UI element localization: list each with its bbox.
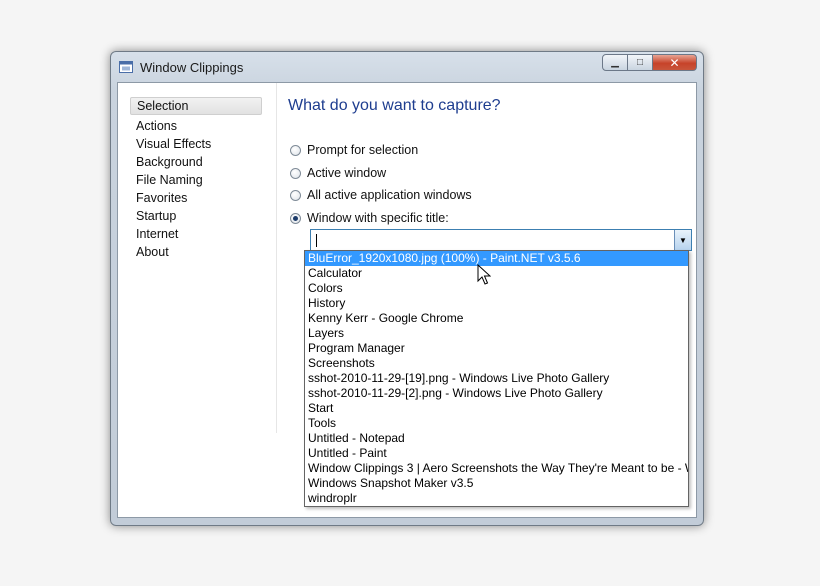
list-item[interactable]: Layers <box>305 326 688 341</box>
option-label: Active window <box>307 166 387 180</box>
list-item[interactable]: Start <box>305 401 688 416</box>
window-title-combobox[interactable]: ▼ <box>310 229 692 251</box>
radio-button[interactable] <box>290 167 301 179</box>
combo-dropdown-button[interactable]: ▼ <box>674 230 691 250</box>
minimize-button[interactable]: ▁ <box>602 54 628 71</box>
title-bar[interactable]: Window Clippings ▁ □ ✕ <box>111 52 703 82</box>
sidebar-item-file-naming[interactable]: File Naming <box>130 171 262 189</box>
list-item[interactable]: Colors <box>305 281 688 296</box>
app-icon <box>119 61 133 73</box>
window-title: Window Clippings <box>140 60 244 75</box>
list-item[interactable]: sshot-2010-11-29-[2].png - Windows Live … <box>305 386 688 401</box>
radio-button[interactable] <box>290 189 301 201</box>
mouse-cursor-icon <box>477 264 491 285</box>
option-active-window[interactable]: Active window <box>290 164 386 182</box>
list-item[interactable]: Untitled - Notepad <box>305 431 688 446</box>
sidebar-nav: Selection Actions Visual Effects Background… <box>130 97 262 261</box>
option-label: All active application windows <box>307 188 472 202</box>
option-all-active-windows[interactable]: All active application windows <box>290 186 472 204</box>
list-item[interactable]: Screenshots <box>305 356 688 371</box>
list-item[interactable]: BluError_1920x1080.jpg (100%) - Paint.NE… <box>305 251 688 266</box>
list-item[interactable]: Window Clippings 3 | Aero Screenshots th… <box>305 461 688 476</box>
sidebar-divider <box>276 83 277 433</box>
chevron-down-icon: ▼ <box>679 235 687 245</box>
sidebar-item-about[interactable]: About <box>130 243 262 261</box>
option-label: Prompt for selection <box>307 143 419 157</box>
sidebar-item-startup[interactable]: Startup <box>130 207 262 225</box>
list-item[interactable]: History <box>305 296 688 311</box>
radio-button[interactable] <box>290 212 301 224</box>
list-item[interactable]: Program Manager <box>305 341 688 356</box>
option-label: Window with specific title: <box>307 211 449 225</box>
sidebar-item-actions[interactable]: Actions <box>130 117 262 135</box>
sidebar-item-background[interactable]: Background <box>130 153 262 171</box>
option-prompt-for-selection[interactable]: Prompt for selection <box>290 141 418 159</box>
close-button[interactable]: ✕ <box>653 54 697 71</box>
sidebar-item-visual-effects[interactable]: Visual Effects <box>130 135 262 153</box>
maximize-button[interactable]: □ <box>628 54 653 71</box>
maximize-icon: □ <box>636 57 644 68</box>
minimize-icon: ▁ <box>611 57 619 68</box>
page-heading: What do you want to capture? <box>288 97 501 114</box>
radio-button[interactable] <box>290 144 301 156</box>
list-item[interactable]: sshot-2010-11-29-[19].png - Windows Live… <box>305 371 688 386</box>
list-item[interactable]: Windows Snapshot Maker v3.5 <box>305 476 688 491</box>
caption-buttons: ▁ □ ✕ <box>602 54 697 72</box>
sidebar-item-favorites[interactable]: Favorites <box>130 189 262 207</box>
list-item[interactable]: Tools <box>305 416 688 431</box>
window-title-dropdown-list[interactable]: BluError_1920x1080.jpg (100%) - Paint.NE… <box>304 250 689 507</box>
sidebar-item-selection[interactable]: Selection <box>130 97 262 115</box>
text-caret <box>316 234 317 247</box>
sidebar-item-internet[interactable]: Internet <box>130 225 262 243</box>
option-window-with-title[interactable]: Window with specific title: <box>290 209 449 227</box>
close-icon: ✕ <box>669 55 680 70</box>
list-item[interactable]: Kenny Kerr - Google Chrome <box>305 311 688 326</box>
list-item[interactable]: windroplr <box>305 491 688 506</box>
list-item[interactable]: Calculator <box>305 266 688 281</box>
list-item[interactable]: Untitled - Paint <box>305 446 688 461</box>
